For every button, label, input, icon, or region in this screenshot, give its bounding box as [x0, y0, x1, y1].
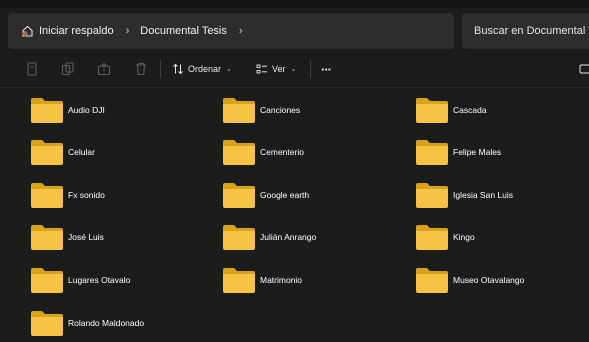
- toolbar-divider: [310, 60, 311, 78]
- view-button[interactable]: Ver ⌄: [256, 59, 296, 79]
- cut-icon[interactable]: [23, 60, 41, 78]
- folder-icon: [222, 266, 256, 294]
- folder-icon: [222, 181, 256, 209]
- folder-icon: [222, 96, 256, 124]
- search-input[interactable]: [474, 25, 589, 37]
- details-pane-icon[interactable]: [576, 60, 589, 78]
- chevron-down-icon: ⌄: [290, 66, 297, 73]
- folder-icon: [30, 181, 64, 209]
- folder-label: Cementerio: [260, 147, 304, 157]
- folder-icon: [30, 223, 64, 251]
- chevron-down-icon: ⌄: [226, 66, 232, 73]
- folder-icon: [30, 138, 64, 166]
- folder-item[interactable]: Matrimonio: [222, 263, 402, 297]
- folder-item[interactable]: Audio DJI: [30, 93, 210, 127]
- share-icon[interactable]: [95, 60, 113, 78]
- chevron-right-icon[interactable]: ›: [239, 25, 243, 37]
- folder-icon: [30, 266, 64, 294]
- sort-button[interactable]: Ordenar ⌄: [172, 59, 232, 79]
- title-strip: [0, 0, 589, 8]
- folder-item[interactable]: Julián Anrango: [222, 220, 402, 254]
- folder-label: Celular: [68, 147, 95, 157]
- folder-item[interactable]: Cascada: [415, 93, 589, 127]
- folder-label: Rolando Maldonado: [68, 318, 145, 328]
- folder-item[interactable]: Google earth: [222, 178, 402, 212]
- folder-label: Kingo: [453, 232, 475, 242]
- breadcrumb-current-folder[interactable]: Documental Tesis: [140, 25, 227, 37]
- folder-label: Lugares Otavalo: [68, 275, 131, 285]
- breadcrumb-home[interactable]: Iniciar respaldo: [39, 25, 114, 37]
- folder-label: José Luis: [68, 232, 104, 242]
- home-cloud-icon[interactable]: [20, 24, 34, 38]
- folder-item[interactable]: Cementerio: [222, 135, 402, 169]
- folder-label: Felipe Males: [453, 147, 502, 157]
- folder-label: Iglesia San Luis: [453, 190, 514, 200]
- folder-label: Canciones: [260, 105, 301, 115]
- view-icon: [256, 64, 267, 74]
- folder-item[interactable]: Rolando Maldonado: [30, 306, 210, 340]
- folder-icon: [415, 181, 449, 209]
- folder-icon: [222, 138, 256, 166]
- delete-icon[interactable]: [132, 60, 150, 78]
- folder-item[interactable]: José Luis: [30, 220, 210, 254]
- sort-label: Ordenar: [188, 64, 222, 74]
- folder-item[interactable]: Museo Otavalango: [415, 263, 589, 297]
- folder-label: Fx sonido: [68, 190, 105, 200]
- search-box[interactable]: [462, 13, 589, 49]
- folder-item[interactable]: Fx sonido: [30, 178, 210, 212]
- sort-icon: [173, 63, 183, 75]
- folder-item[interactable]: Lugares Otavalo: [30, 263, 210, 297]
- view-label: Ver: [272, 64, 286, 74]
- address-bar[interactable]: Iniciar respaldo › Documental Tesis ›: [8, 13, 454, 49]
- command-bar: Ordenar ⌄ Ver ⌄ ···: [0, 52, 589, 86]
- folder-item[interactable]: Celular: [30, 135, 210, 169]
- folder-icon: [222, 223, 256, 251]
- folder-icon: [415, 266, 449, 294]
- folder-item[interactable]: Kingo: [415, 220, 589, 254]
- chevron-right-icon[interactable]: ›: [126, 25, 130, 37]
- folder-label: Cascada: [453, 105, 487, 115]
- folder-grid: Audio DJI Canciones Cascada Celular Ceme…: [0, 88, 589, 338]
- folder-icon: [415, 96, 449, 124]
- folder-item[interactable]: Iglesia San Luis: [415, 178, 589, 212]
- folder-item[interactable]: Felipe Males: [415, 135, 589, 169]
- folder-label: Museo Otavalango: [453, 275, 525, 285]
- more-options-button[interactable]: ···: [321, 59, 332, 79]
- folder-icon: [415, 138, 449, 166]
- folder-label: Audio DJI: [68, 105, 105, 115]
- folder-label: Google earth: [260, 190, 310, 200]
- folder-icon: [415, 223, 449, 251]
- folder-icon: [30, 96, 64, 124]
- folder-label: Julián Anrango: [260, 232, 317, 242]
- folder-item[interactable]: Canciones: [222, 93, 402, 127]
- folder-icon: [30, 309, 64, 337]
- folder-label: Matrimonio: [260, 275, 303, 285]
- toolbar-divider: [160, 60, 161, 78]
- copy-icon[interactable]: [59, 60, 77, 78]
